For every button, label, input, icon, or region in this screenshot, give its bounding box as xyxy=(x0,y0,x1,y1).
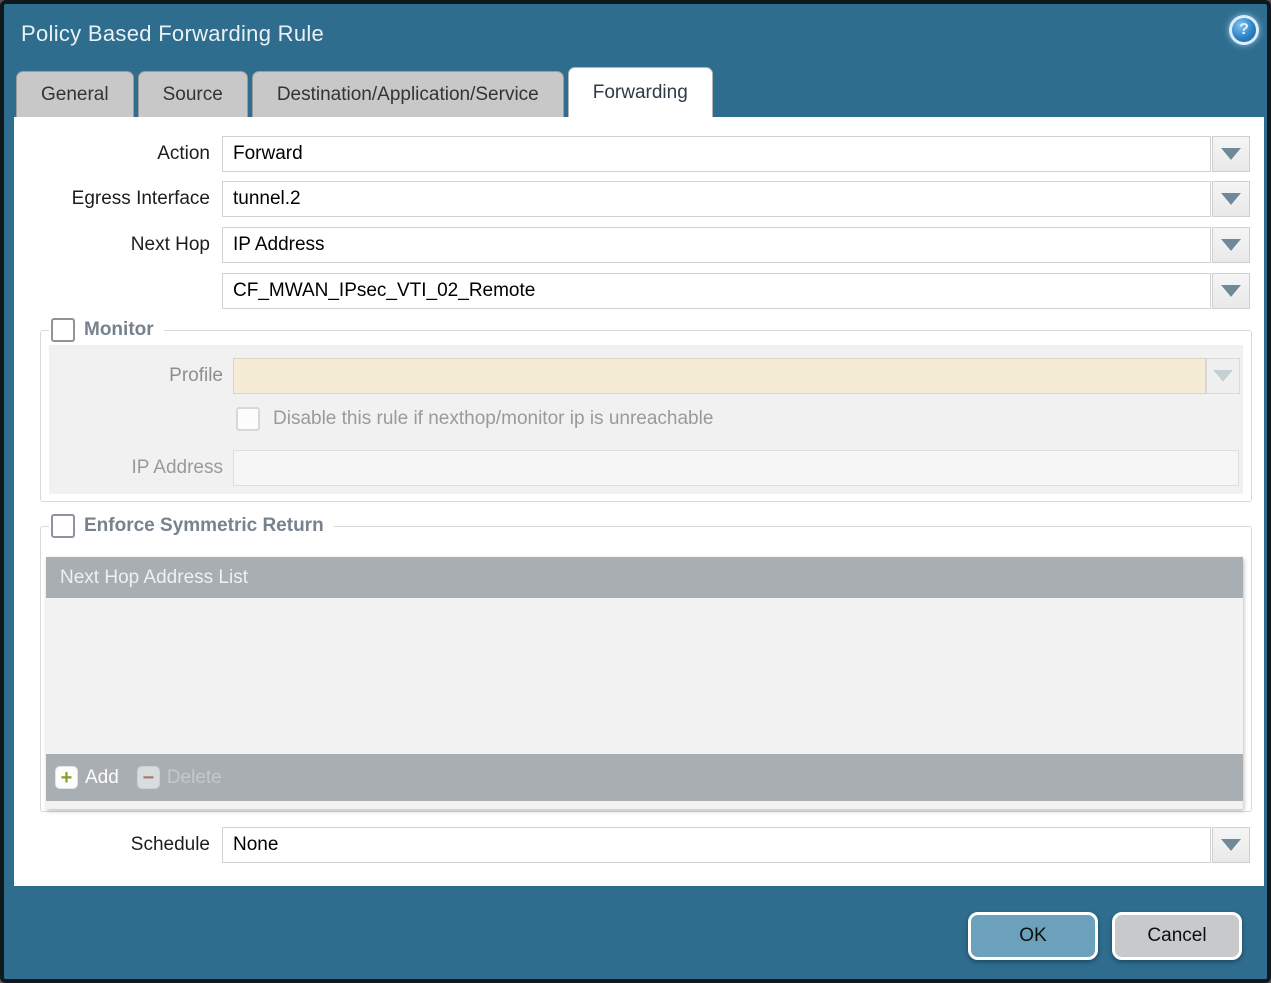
tab-forwarding[interactable]: Forwarding xyxy=(568,67,713,117)
profile-label: Profile xyxy=(41,358,223,394)
pbf-rule-dialog: Policy Based Forwarding Rule ? General S… xyxy=(0,0,1271,983)
chevron-down-icon xyxy=(1221,839,1241,851)
egress-interface-dropdown-button[interactable] xyxy=(1212,181,1250,217)
next-hop-address-table: Next Hop Address List + Add − Delete xyxy=(46,557,1243,809)
disable-rule-row: Disable this rule if nexthop/monitor ip … xyxy=(236,406,713,432)
action-select[interactable]: Forward xyxy=(222,136,1211,172)
action-label: Action xyxy=(14,136,210,172)
help-icon[interactable]: ? xyxy=(1229,15,1259,45)
egress-interface-label: Egress Interface xyxy=(14,181,210,217)
title-bar: Policy Based Forwarding Rule ? xyxy=(4,4,1267,66)
ok-button[interactable]: OK xyxy=(968,912,1098,960)
chevron-down-icon xyxy=(1221,239,1241,251)
next-hop-address-list-body xyxy=(46,598,1243,754)
next-hop-label: Next Hop xyxy=(14,227,210,263)
monitor-legend-label: Monitor xyxy=(84,319,154,341)
delete-button: − Delete xyxy=(137,766,222,789)
schedule-select[interactable]: None xyxy=(222,827,1211,863)
action-dropdown-button[interactable] xyxy=(1212,136,1250,172)
chevron-down-icon xyxy=(1221,148,1241,160)
enforce-symmetric-return-legend-label: Enforce Symmetric Return xyxy=(84,515,324,537)
chevron-down-icon xyxy=(1213,370,1233,382)
schedule-label: Schedule xyxy=(14,827,210,863)
chevron-down-icon xyxy=(1221,193,1241,205)
next-hop-address-list-toolbar: + Add − Delete xyxy=(46,754,1243,801)
monitor-checkbox[interactable] xyxy=(51,318,75,342)
next-hop-type-dropdown-button[interactable] xyxy=(1212,227,1250,263)
tab-source[interactable]: Source xyxy=(138,71,248,117)
ip-address-label: IP Address xyxy=(41,450,223,486)
profile-dropdown-button xyxy=(1206,358,1240,394)
schedule-dropdown-button[interactable] xyxy=(1212,827,1250,863)
next-hop-address-select[interactable]: CF_MWAN_IPsec_VTI_02_Remote xyxy=(222,273,1211,309)
ip-address-input xyxy=(233,450,1239,486)
chevron-down-icon xyxy=(1221,285,1241,297)
enforce-symmetric-return-checkbox[interactable] xyxy=(51,514,75,538)
delete-button-label: Delete xyxy=(167,767,222,789)
tab-destination-application-service[interactable]: Destination/Application/Service xyxy=(252,71,564,117)
monitor-legend: Monitor xyxy=(49,318,164,342)
profile-select xyxy=(233,358,1206,394)
minus-icon: − xyxy=(137,766,160,789)
add-button[interactable]: + Add xyxy=(55,766,119,789)
enforce-symmetric-return-section: Enforce Symmetric Return Next Hop Addres… xyxy=(40,526,1252,812)
dialog-title: Policy Based Forwarding Rule xyxy=(21,21,324,47)
add-button-label: Add xyxy=(85,767,119,789)
tab-general[interactable]: General xyxy=(16,71,134,117)
egress-interface-select[interactable]: tunnel.2 xyxy=(222,181,1211,217)
disable-rule-label: Disable this rule if nexthop/monitor ip … xyxy=(273,406,713,432)
disable-rule-checkbox xyxy=(236,407,260,431)
forwarding-tab-panel: Action Forward Egress Interface tunnel.2… xyxy=(14,117,1264,886)
plus-icon: + xyxy=(55,766,78,789)
next-hop-address-dropdown-button[interactable] xyxy=(1212,273,1250,309)
next-hop-type-select[interactable]: IP Address xyxy=(222,227,1211,263)
cancel-button[interactable]: Cancel xyxy=(1112,912,1242,960)
enforce-symmetric-return-legend: Enforce Symmetric Return xyxy=(49,514,334,538)
table-bottom-strip xyxy=(46,801,1243,809)
monitor-section: Monitor Profile Disable this rule if nex… xyxy=(40,330,1252,502)
next-hop-address-list-header: Next Hop Address List xyxy=(46,557,1243,598)
dialog-footer: OK Cancel xyxy=(4,886,1267,979)
tab-bar: General Source Destination/Application/S… xyxy=(16,67,713,117)
